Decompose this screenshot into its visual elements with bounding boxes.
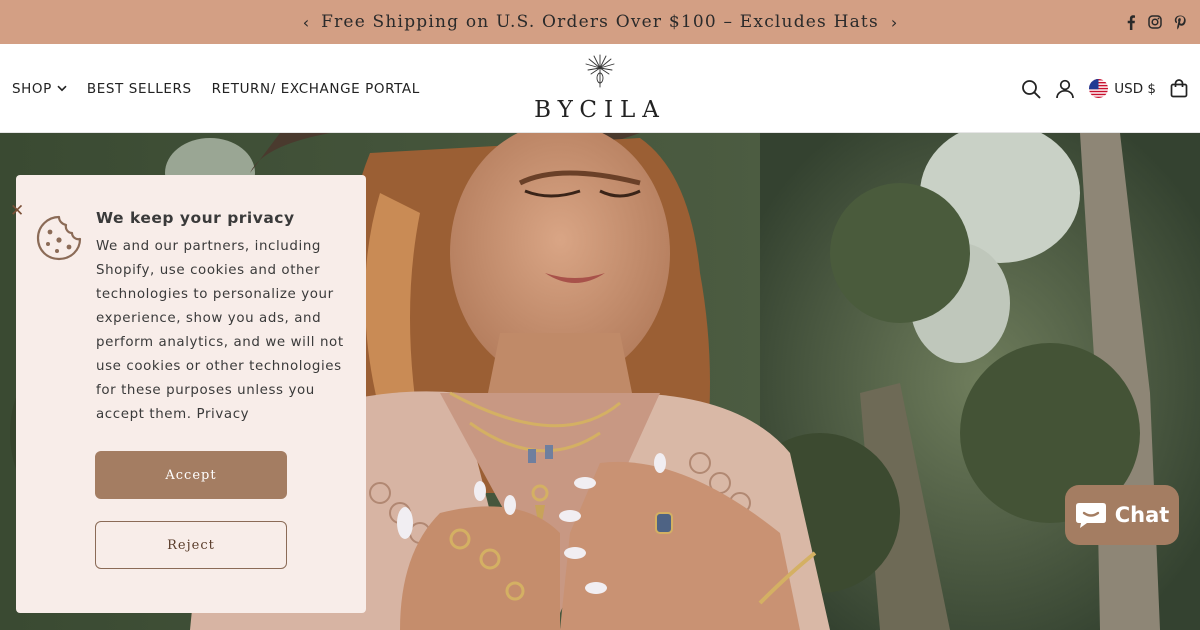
nav-item-return-exchange[interactable]: RETURN/ EXCHANGE PORTAL xyxy=(212,81,420,97)
nav-item-label: BEST SELLERS xyxy=(86,80,192,97)
currency-selector[interactable]: USD $ xyxy=(1089,79,1156,98)
main-nav: SHOP BEST SELLERS RETURN/ EXCHANGE PORTA… xyxy=(12,44,420,133)
instagram-icon[interactable] xyxy=(1148,15,1162,29)
nav-item-label: SHOP xyxy=(12,80,52,97)
chat-label: Chat xyxy=(1114,503,1170,527)
pinterest-icon[interactable] xyxy=(1174,15,1186,30)
header-actions: USD $ xyxy=(1021,44,1188,133)
nav-item-best-sellers[interactable]: BEST SELLERS xyxy=(87,81,192,97)
us-flag-icon xyxy=(1089,79,1109,98)
privacy-banner: ✕ We keep your privacy We and our partne… xyxy=(10,175,366,613)
chat-bubble-icon xyxy=(1075,503,1106,528)
close-icon[interactable]: ✕ xyxy=(10,203,24,220)
nav-item-label: RETURN/ EXCHANGE PORTAL xyxy=(211,80,420,97)
privacy-title: We keep your privacy xyxy=(96,209,295,227)
accept-button[interactable]: Accept xyxy=(95,451,287,499)
nav-item-shop[interactable]: SHOP xyxy=(12,81,67,97)
chevron-down-icon xyxy=(57,85,67,92)
chat-button[interactable]: Chat xyxy=(1065,485,1179,545)
search-icon[interactable] xyxy=(1021,79,1041,99)
facebook-icon[interactable] xyxy=(1126,14,1136,30)
announcement-next-button[interactable]: › xyxy=(891,13,897,32)
site-logo[interactable]: BYCILA xyxy=(520,52,680,128)
announcement-bar: ‹ Free Shipping on U.S. Orders Over $100… xyxy=(0,0,1200,44)
palm-leaf-icon xyxy=(585,54,615,88)
reject-button[interactable]: Reject xyxy=(95,521,287,569)
account-icon[interactable] xyxy=(1055,79,1075,99)
logo-text: BYCILA xyxy=(534,97,666,123)
privacy-body: We and our partners, including Shopify, … xyxy=(96,239,344,422)
cookie-icon xyxy=(36,215,82,261)
announcement-prev-button[interactable]: ‹ xyxy=(303,13,309,32)
cart-icon[interactable] xyxy=(1170,79,1188,98)
currency-label: USD $ xyxy=(1114,80,1156,97)
announcement-text[interactable]: Free Shipping on U.S. Orders Over $100 –… xyxy=(321,12,879,32)
site-header: SHOP BEST SELLERS RETURN/ EXCHANGE PORTA… xyxy=(0,44,1200,133)
